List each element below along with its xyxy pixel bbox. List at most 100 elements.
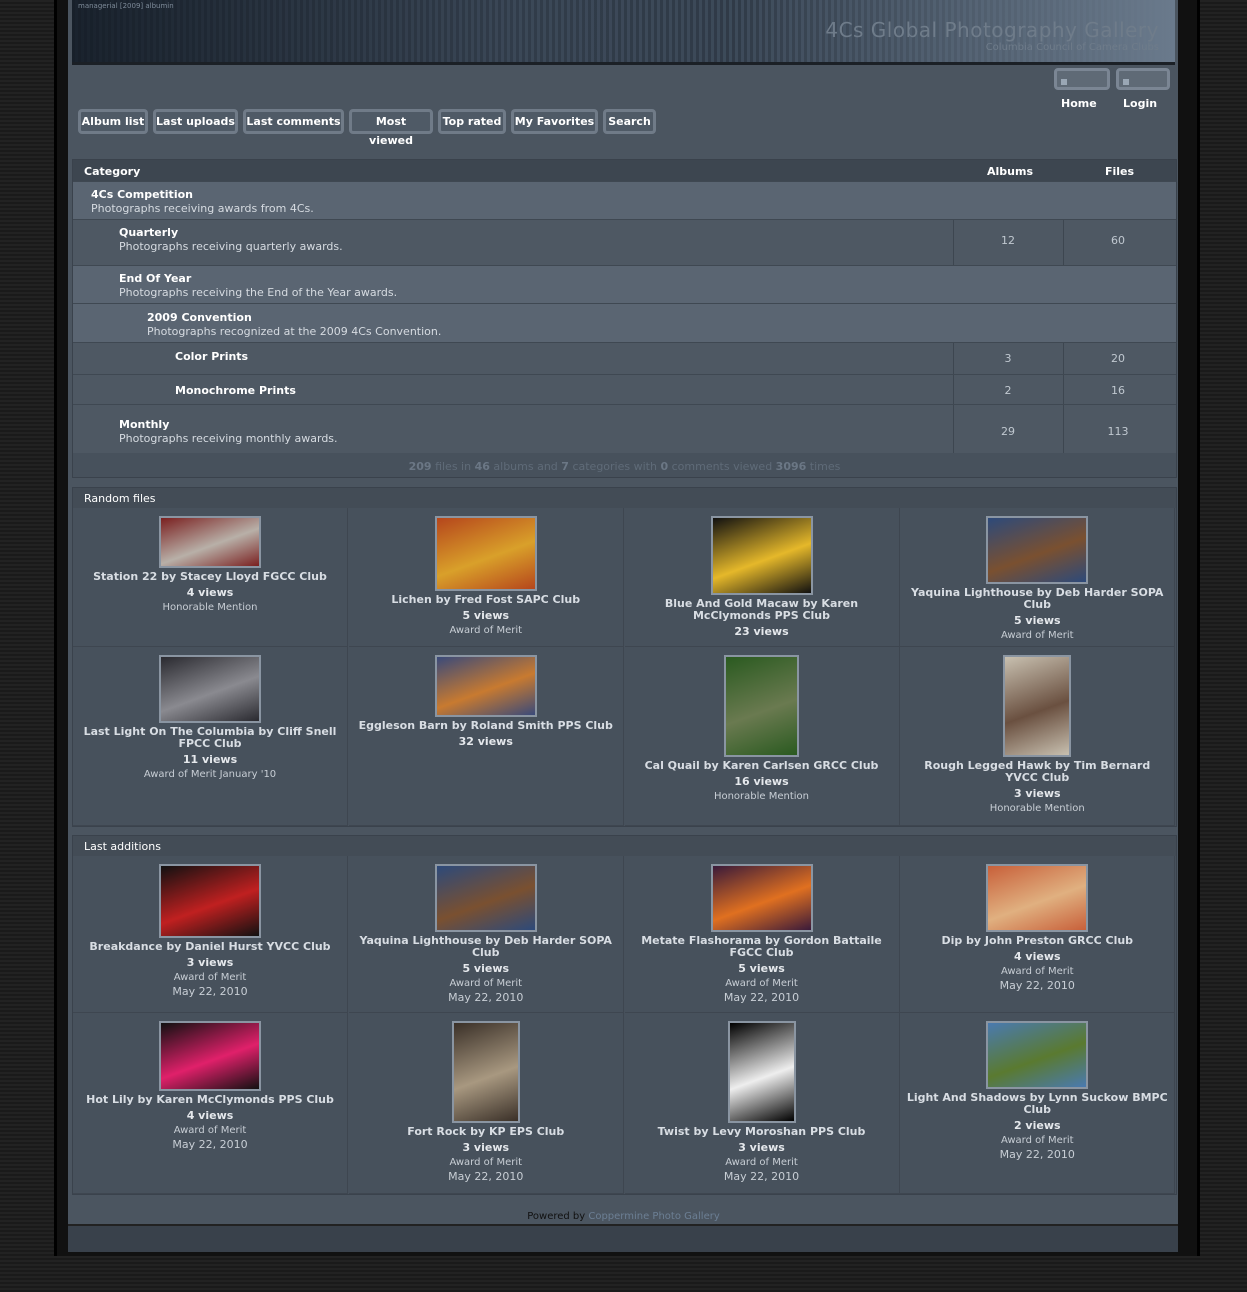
site-banner: managerial [2009] albumin 4Cs Global Pho… xyxy=(72,0,1175,65)
nav-my-favorites[interactable]: My Favorites xyxy=(511,109,598,134)
photo-views: 32 views xyxy=(458,735,513,748)
thumbnail-cell: Cal Quail by Karen Carlsen GRCC Club 16 v… xyxy=(624,647,900,826)
category-row-quarterly[interactable]: Quarterly Photographs receiving quarterl… xyxy=(73,219,1176,266)
photo-thumbnail[interactable] xyxy=(434,864,537,932)
nav-top-rated[interactable]: Top rated xyxy=(438,109,506,134)
category-name[interactable]: Monochrome Prints xyxy=(175,384,296,397)
category-row-monochrome-prints[interactable]: Monochrome Prints 2 16 xyxy=(73,374,1176,405)
category-row-monthly[interactable]: Monthly Photographs receiving monthly aw… xyxy=(73,404,1176,453)
photo-date: May 22, 2010 xyxy=(172,985,248,998)
photo-thumbnail[interactable] xyxy=(986,1021,1089,1089)
category-desc: Photographs receiving the End of the Yea… xyxy=(119,286,398,299)
nav-last-comments[interactable]: Last comments xyxy=(243,109,344,134)
photo-title[interactable]: Rough Legged Hawk by Tim Bernard YVCC Cl… xyxy=(900,760,1174,784)
category-table: Category Albums Files 4Cs Competition Ph… xyxy=(72,159,1177,478)
photo-thumbnail[interactable] xyxy=(434,516,537,591)
thumbnail-cell: Lichen by Fred Fost SAPC Club 5 views Awar… xyxy=(348,508,624,647)
login-icon xyxy=(1123,79,1129,85)
category-name[interactable]: Quarterly xyxy=(119,226,178,239)
photo-date: May 22, 2010 xyxy=(723,1170,800,1183)
header-files: Files xyxy=(1105,165,1135,178)
category-name[interactable]: End Of Year xyxy=(119,272,191,285)
photo-award: Award of Merit xyxy=(173,972,247,983)
photo-title[interactable]: Fort Rock by KP EPS Club xyxy=(349,1126,623,1138)
photo-title[interactable]: Last Light On The Columbia by Cliff Snel… xyxy=(73,726,347,750)
random-files-header: Random files xyxy=(73,488,1176,508)
photo-title[interactable]: Station 22 by Stacey Lloyd FGCC Club xyxy=(73,571,347,583)
album-count: 12 xyxy=(1001,234,1015,247)
nav-last-uploads[interactable]: Last uploads xyxy=(153,109,238,134)
thumbnail-cell: Eggleson Barn by Roland Smith PPS Club 32… xyxy=(348,647,624,826)
category-desc: Photographs receiving awards from 4Cs. xyxy=(91,202,314,215)
footer: Powered by Coppermine Photo Gallery xyxy=(72,1211,1175,1222)
file-count: 60 xyxy=(1111,234,1125,247)
photo-views: 5 views xyxy=(738,962,785,975)
stats-comments: 0 xyxy=(660,460,669,473)
photo-views: 3 views xyxy=(186,956,234,969)
photo-title[interactable]: Twist by Levy Moroshan PPS Club xyxy=(625,1126,899,1138)
photo-thumbnail[interactable] xyxy=(159,516,261,568)
login-label: Login xyxy=(1123,97,1158,110)
category-name[interactable]: Color Prints xyxy=(175,350,248,363)
random-files-panel: Random files Station 22 by Stacey Lloyd … xyxy=(72,487,1177,827)
photo-title[interactable]: Metate Flashorama by Gordon Battaile FGC… xyxy=(625,935,899,959)
photo-thumbnail[interactable] xyxy=(710,516,813,595)
thumbnail-cell: Fort Rock by KP EPS Club 3 views Award of … xyxy=(348,1013,624,1194)
photo-thumbnail[interactable] xyxy=(1003,655,1072,757)
photo-award: Award of Merit January '10 xyxy=(143,769,277,780)
photo-thumbnail[interactable] xyxy=(986,864,1089,932)
photo-thumbnail[interactable] xyxy=(724,655,799,757)
photo-views: 11 views xyxy=(182,753,238,766)
photo-thumbnail[interactable] xyxy=(727,1021,796,1123)
photo-title[interactable]: Breakdance by Daniel Hurst YVCC Club xyxy=(73,941,347,953)
category-row-2009-convention[interactable]: 2009 Convention Photographs recognized a… xyxy=(73,303,1176,343)
photo-title[interactable]: Yaquina Lighthouse by Deb Harder SOPA Cl… xyxy=(900,587,1174,611)
login-button[interactable]: Login xyxy=(1116,68,1170,110)
coppermine-link[interactable]: Coppermine Photo Gallery xyxy=(588,1211,719,1222)
category-row-4cs-competition[interactable]: 4Cs Competition Photographs receiving aw… xyxy=(73,181,1176,220)
photo-thumbnail[interactable] xyxy=(710,864,813,932)
photo-date: May 22, 2010 xyxy=(999,1148,1075,1161)
category-row-color-prints[interactable]: Color Prints 3 20 xyxy=(73,342,1176,375)
photo-thumbnail[interactable] xyxy=(434,655,537,717)
photo-views: 4 views xyxy=(186,586,234,599)
photo-award: Award of Merit xyxy=(1000,1135,1074,1146)
photo-views: 3 views xyxy=(462,1141,510,1154)
stats-albums: 46 xyxy=(474,460,490,473)
photo-title[interactable]: Hot Lily by Karen McClymonds PPS Club xyxy=(73,1094,347,1106)
photo-views: 2 views xyxy=(1013,1119,1061,1132)
photo-title[interactable]: Light And Shadows by Lynn Suckow BMPC Cl… xyxy=(900,1092,1174,1116)
category-desc: Photographs receiving quarterly awards. xyxy=(119,240,343,253)
file-count: 20 xyxy=(1111,352,1125,365)
photo-award: Award of Merit xyxy=(173,1125,247,1136)
category-name[interactable]: 2009 Convention xyxy=(147,311,252,324)
photo-title[interactable]: Yaquina Lighthouse by Deb Harder SOPA Cl… xyxy=(349,935,623,959)
photo-title[interactable]: Blue And Gold Macaw by Karen McClymonds … xyxy=(625,598,899,622)
category-name[interactable]: 4Cs Competition xyxy=(91,188,193,201)
photo-thumbnail[interactable] xyxy=(159,864,261,938)
category-name[interactable]: Monthly xyxy=(119,418,169,431)
random-files-title: Random files xyxy=(84,492,156,505)
category-row-end-of-year[interactable]: End Of Year Photographs receiving the En… xyxy=(73,265,1176,304)
stats-text: comments viewed xyxy=(668,460,776,473)
photo-title[interactable]: Dip by John Preston GRCC Club xyxy=(900,935,1174,947)
photo-views: 5 views xyxy=(462,609,510,622)
photo-thumbnail[interactable] xyxy=(986,516,1089,584)
photo-thumbnail[interactable] xyxy=(159,1021,261,1091)
photo-title[interactable]: Eggleson Barn by Roland Smith PPS Club xyxy=(349,720,623,732)
photo-award: Award of Merit xyxy=(1000,630,1074,641)
stats-views: 3096 xyxy=(775,460,807,473)
file-count: 16 xyxy=(1111,384,1125,397)
photo-thumbnail[interactable] xyxy=(159,655,261,723)
photo-title[interactable]: Cal Quail by Karen Carlsen GRCC Club xyxy=(625,760,899,772)
header-category: Category xyxy=(84,165,141,178)
nav-album-list[interactable]: Album list xyxy=(78,109,148,134)
photo-title[interactable]: Lichen by Fred Fost SAPC Club xyxy=(349,594,623,606)
photo-award: Award of Merit xyxy=(449,978,523,989)
nav-most-viewed[interactable]: Most viewed xyxy=(349,109,433,147)
home-button[interactable]: Home xyxy=(1054,68,1110,110)
nav-search[interactable]: Search xyxy=(603,109,656,134)
photo-thumbnail[interactable] xyxy=(451,1021,520,1123)
stats-categories: 7 xyxy=(561,460,569,473)
photo-award: Award of Merit xyxy=(725,978,798,989)
